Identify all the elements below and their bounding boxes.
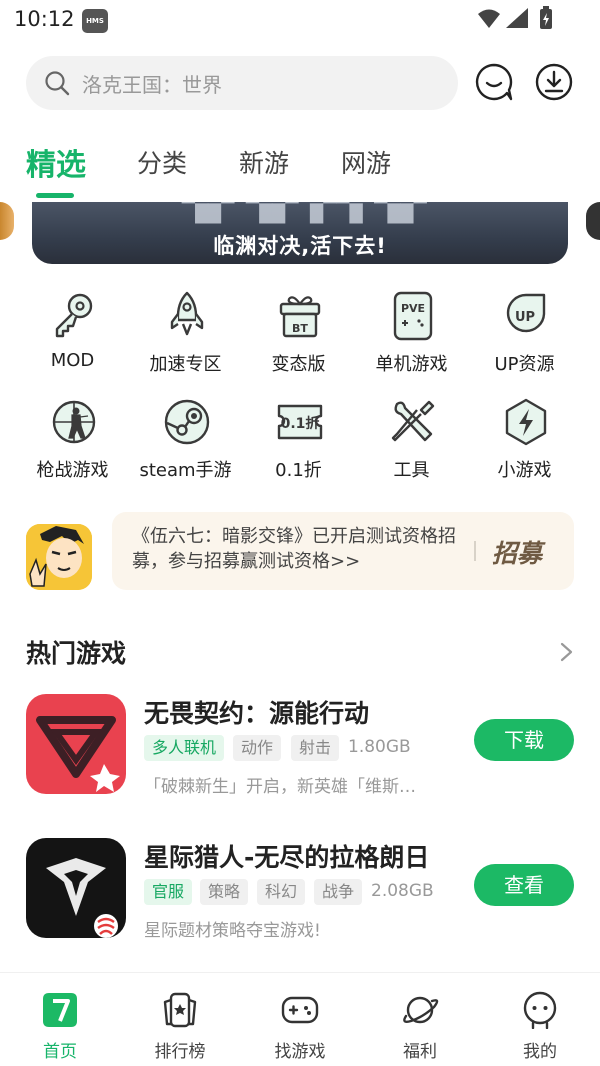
nav-profile[interactable]: 我的 xyxy=(480,989,600,1065)
grid-item-discount[interactable]: 0.1折 0.1折 xyxy=(242,392,355,492)
banner[interactable]: ▚▞ ▚▞ ▞▚ ▚▞ 临渊对决,活下去! xyxy=(32,202,568,264)
notice-avatar[interactable] xyxy=(26,524,92,590)
key-icon xyxy=(55,293,93,338)
grid-label: 变态版 xyxy=(271,354,326,375)
game-description: 星际题材策略夺宝游戏! xyxy=(144,921,321,941)
grid-item-shooter[interactable]: 枪战游戏 xyxy=(16,392,129,492)
status-bar: 10:12 HMS xyxy=(0,0,600,44)
signal-icon xyxy=(506,8,528,28)
gift-bt-icon: BT xyxy=(279,296,321,338)
divider xyxy=(474,541,476,561)
grid-item-mod[interactable]: MOD xyxy=(16,286,129,386)
game-title[interactable]: 无畏契约：源能行动 xyxy=(144,694,369,730)
game-icon-star-hunter[interactable] xyxy=(26,838,126,938)
game-tag: 射击 xyxy=(291,735,340,761)
game-tag: 科幻 xyxy=(257,879,306,905)
game-size: 1.80GB xyxy=(348,737,411,757)
tab-categories[interactable]: 分类 xyxy=(137,144,187,180)
game-tag: 策略 xyxy=(200,879,249,905)
grid-label: 单机游戏 xyxy=(375,354,448,375)
badge-text: UP xyxy=(515,310,535,325)
star-hunter-logo-icon xyxy=(26,838,126,938)
nav-label: 首页 xyxy=(43,1042,77,1062)
grid-item-speedup[interactable]: 加速专区 xyxy=(129,286,242,386)
game-title[interactable]: 星际猎人-无尽的拉格朗日 xyxy=(144,838,429,874)
coupon-icon: 0.1折 xyxy=(277,404,323,440)
grid-item-up-resources[interactable]: UP UP资源 xyxy=(468,286,581,386)
search-placeholder: 洛克王国：世界 xyxy=(82,73,222,97)
grid-label: 0.1折 xyxy=(275,460,322,481)
nav-label: 我的 xyxy=(523,1042,557,1062)
bottom-nav: 首页 排行榜 找游戏 福利 我的 xyxy=(0,972,600,1066)
grid-label: 工具 xyxy=(393,460,430,481)
section-title: 热门游戏 xyxy=(26,639,127,668)
search-icon xyxy=(45,71,70,96)
view-button[interactable]: 查看 xyxy=(474,864,574,906)
up-icon: UP xyxy=(506,293,546,333)
banner-caption: 临渊对决,活下去! xyxy=(213,234,387,258)
home-icon xyxy=(43,993,77,1027)
profile-face-icon xyxy=(523,991,557,1029)
steam-icon xyxy=(164,399,210,445)
notice-tag: 招募 xyxy=(492,539,543,568)
nav-label: 找游戏 xyxy=(274,1042,326,1062)
pve-card-icon: PVE xyxy=(393,291,433,341)
grid-item-bt[interactable]: BT 变态版 xyxy=(242,286,355,386)
tab-online-games[interactable]: 网游 xyxy=(341,144,391,180)
download-icon[interactable] xyxy=(534,62,574,102)
badge-text: PVE xyxy=(401,302,425,315)
banner-next-peek[interactable] xyxy=(586,202,600,240)
grid-item-mini-games[interactable]: 小游戏 xyxy=(468,392,581,492)
lightning-hex-icon xyxy=(505,398,547,446)
game-tag: 战争 xyxy=(314,879,363,905)
chat-face-icon[interactable] xyxy=(474,62,514,102)
tab-bar: 精选 分类 新游 网游 xyxy=(0,140,600,200)
grid-label: MOD xyxy=(50,350,95,371)
tab-indicator xyxy=(36,193,74,198)
wifi-icon xyxy=(478,9,500,28)
status-time: 10:12 xyxy=(14,7,75,31)
grid-item-tools[interactable]: 工具 xyxy=(355,392,468,492)
valorant-logo-icon xyxy=(26,694,126,794)
grid-label: UP资源 xyxy=(494,354,555,375)
grid-label: 枪战游戏 xyxy=(36,460,109,481)
gamepad-icon xyxy=(281,996,319,1024)
nav-welfare[interactable]: 福利 xyxy=(360,989,480,1065)
grid-item-single-player[interactable]: PVE 单机游戏 xyxy=(355,286,468,386)
download-button[interactable]: 下载 xyxy=(474,719,574,761)
game-tag: 多人联机 xyxy=(144,735,225,761)
grid-item-steam[interactable]: steam手游 xyxy=(129,392,242,492)
tools-icon xyxy=(391,400,435,442)
hms-badge: HMS xyxy=(82,9,108,33)
notice-text: 《伍六七：暗影交锋》已开启测试资格招募，参与招募赢测试资格>> xyxy=(132,526,456,572)
nav-find-games[interactable]: 找游戏 xyxy=(240,989,360,1065)
banner-logo-art: ▚▞ ▚▞ ▞▚ ▚▞ xyxy=(182,202,427,224)
game-tag: 官服 xyxy=(144,879,193,905)
search-bar[interactable]: 洛克王国：世界 xyxy=(26,56,458,110)
chevron-right-icon[interactable] xyxy=(558,640,576,664)
rocket-icon xyxy=(170,291,204,336)
badge-text: BT xyxy=(292,322,308,335)
tab-featured[interactable]: 精选 xyxy=(26,140,86,184)
nav-ranking[interactable]: 排行榜 xyxy=(120,989,240,1065)
game-size: 2.08GB xyxy=(371,881,434,901)
status-icons xyxy=(478,6,552,29)
soldier-target-icon xyxy=(52,400,96,444)
banner-prev-peek[interactable] xyxy=(0,202,14,240)
notice-banner[interactable]: 《伍六七：暗影交锋》已开启测试资格招募，参与招募赢测试资格>> 招募 xyxy=(112,512,574,590)
tab-new-games[interactable]: 新游 xyxy=(239,144,289,180)
nav-home[interactable]: 首页 xyxy=(0,989,120,1065)
nav-label: 福利 xyxy=(403,1042,437,1062)
ranking-cards-icon xyxy=(163,992,197,1028)
grid-label: 加速专区 xyxy=(149,354,222,375)
cartoon-face-icon xyxy=(26,524,92,590)
game-icon-valorant[interactable] xyxy=(26,694,126,794)
planet-icon xyxy=(403,996,439,1024)
game-description: 「破棘新生」开启，新英雄「维斯… xyxy=(144,777,416,797)
nav-label: 排行榜 xyxy=(154,1042,206,1062)
grid-label: 小游戏 xyxy=(497,460,552,481)
badge-text: 0.1折 xyxy=(281,415,320,432)
game-tag: 动作 xyxy=(233,735,282,761)
grid-label: steam手游 xyxy=(139,460,232,481)
